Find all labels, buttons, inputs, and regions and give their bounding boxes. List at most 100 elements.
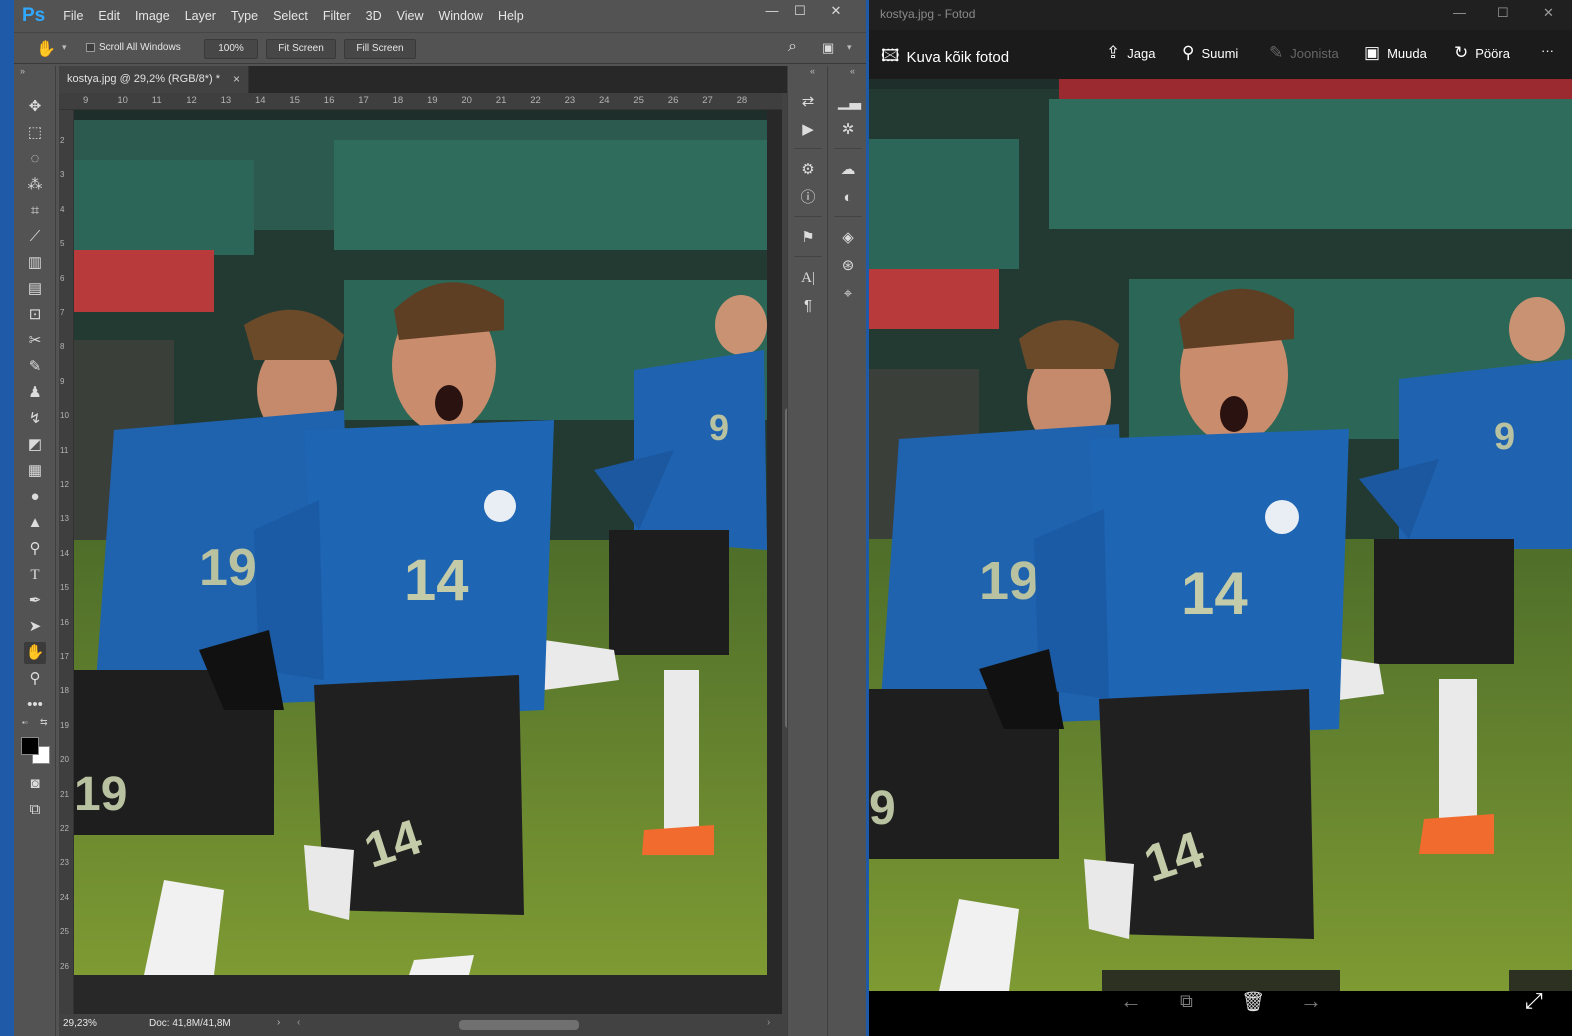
ruler-left-tick: 9 [60, 376, 65, 386]
status-menu-arrow-icon[interactable]: › [277, 1017, 280, 1028]
history-panel-icon[interactable]: ⇄ [798, 92, 818, 112]
hand-icon[interactable]: ✋ [24, 642, 46, 664]
paths-panel-icon[interactable]: ⌖ [838, 284, 858, 304]
move-icon[interactable]: ✥ [24, 96, 46, 118]
scroll-all-windows-checkbox[interactable]: Scroll All Windows [86, 42, 181, 53]
scroll-left-icon[interactable]: ‹ [297, 1017, 300, 1028]
screen-mode-icon[interactable]: ⧉ [24, 799, 46, 821]
menu-window[interactable]: Window [438, 9, 482, 23]
magic-wand-icon[interactable]: ⁂ [24, 174, 46, 196]
photos-titlebar: kostya.jpg - Fotod — ☐ ✕ [869, 0, 1572, 30]
menu-help[interactable]: Help [498, 9, 524, 23]
dodge-icon[interactable]: ⚲ [24, 538, 46, 560]
path-select-icon[interactable]: ➤ [24, 616, 46, 638]
gradient-icon[interactable]: ▦ [24, 460, 46, 482]
menu-filter[interactable]: Filter [323, 9, 351, 23]
menu-3d[interactable]: 3D [366, 9, 382, 23]
more-icon[interactable]: ••• [24, 694, 46, 716]
blur-icon[interactable]: ● [24, 486, 46, 508]
marquee-icon[interactable]: ⬚ [24, 122, 46, 144]
hand-tool-icon[interactable]: ✋ [36, 39, 56, 59]
layers-panel-icon[interactable]: ◈ [838, 228, 858, 248]
ps-canvas-image[interactable]: 9 19 19 14 14 [74, 110, 767, 975]
collapse-dock-icon[interactable]: « [810, 66, 815, 76]
edit-button[interactable]: ▣ Muuda [1364, 43, 1427, 63]
fill-screen-button[interactable]: Fill Screen [344, 39, 416, 59]
adjustments-panel-icon[interactable]: ◐ [838, 188, 858, 208]
photos-image-view[interactable]: 9 19 9 14 14 [869, 79, 1572, 991]
menu-select[interactable]: Select [273, 9, 308, 23]
clone-source-panel-icon[interactable]: ⚑ [798, 228, 818, 248]
draw-button[interactable]: ✎ Joonista [1269, 43, 1339, 63]
libraries-panel-icon[interactable]: ☁ [838, 160, 858, 180]
actions-panel-icon[interactable]: ▶ [798, 120, 818, 140]
foreground-color-swatch[interactable] [21, 737, 39, 755]
checkbox-box[interactable] [86, 43, 95, 52]
menu-view[interactable]: View [397, 9, 424, 23]
menu-layer[interactable]: Layer [185, 9, 216, 23]
sharpen-icon[interactable]: ▲ [24, 512, 46, 534]
ps-close-button[interactable]: ✕ [822, 3, 850, 19]
svg-text:9: 9 [709, 407, 729, 448]
menu-image[interactable]: Image [135, 9, 170, 23]
lasso-icon[interactable]: ◌ [24, 148, 46, 170]
workspace-icon[interactable]: ▣ [822, 40, 834, 56]
document-tab[interactable]: kostya.jpg @ 29,2% (RGB/8*) * × [59, 66, 249, 93]
photos-close-button[interactable]: ✕ [1543, 5, 1554, 21]
quick-mask-icon[interactable]: ◙ [24, 773, 46, 795]
navigator-panel-icon[interactable]: ✲ [838, 120, 858, 140]
scissors-icon[interactable]: ✂ [24, 330, 46, 352]
brush-icon[interactable]: ✎ [24, 356, 46, 378]
character-panel-icon[interactable]: A| [798, 268, 818, 288]
fullscreen-icon[interactable]: ⤢ [1525, 988, 1543, 1014]
ps-minimize-button[interactable]: — [758, 3, 786, 18]
frame-icon[interactable]: ⊡ [24, 304, 46, 326]
doc-size-info[interactable]: Doc: 41,8M/41,8M [149, 1018, 231, 1029]
eraser-icon[interactable]: ◩ [24, 434, 46, 456]
ps-maximize-button[interactable]: ☐ [786, 3, 814, 19]
menu-file[interactable]: File [63, 9, 83, 23]
stamp-icon[interactable]: ♟ [24, 382, 46, 404]
more-options-button[interactable]: ··· [1541, 43, 1554, 58]
search-icon[interactable]: ⌕ [788, 38, 797, 56]
photos-maximize-button[interactable]: ☐ [1497, 5, 1509, 21]
photos-minimize-button[interactable]: — [1453, 5, 1466, 20]
swap-colors-icon[interactable]: ⇆ [40, 717, 48, 728]
info-panel-icon[interactable]: ⓘ [798, 188, 818, 208]
next-photo-icon[interactable]: → [1300, 988, 1322, 1014]
scroll-right-icon[interactable]: › [767, 1017, 770, 1028]
history-brush-icon[interactable]: ↯ [24, 408, 46, 430]
delete-icon[interactable]: 🗑 [1241, 990, 1265, 1014]
type-icon[interactable]: T [24, 564, 46, 586]
rotate-button[interactable]: ↻ Pööra [1454, 43, 1510, 63]
close-tab-icon[interactable]: × [233, 66, 240, 93]
workspace-chevron-icon[interactable]: ▾ [847, 42, 852, 53]
channels-panel-icon[interactable]: ⊛ [838, 256, 858, 276]
healing-icon[interactable]: ▥ [24, 252, 46, 274]
zoom-icon[interactable]: ⚲ [24, 668, 46, 690]
view-all-photos-button[interactable]: 🖾 Kuva kõik fotod [881, 43, 1009, 72]
tool-preset-chevron-icon[interactable]: ▾ [62, 42, 67, 53]
zoom-100-button[interactable]: 100% [204, 39, 258, 59]
share-button[interactable]: ⇪ Jaga [1106, 43, 1155, 63]
horizontal-scrollbar[interactable] [319, 1020, 759, 1030]
pen-icon[interactable]: ✒ [24, 590, 46, 612]
horizontal-scroll-thumb[interactable] [459, 1020, 579, 1030]
previous-photo-icon[interactable]: ← [1120, 988, 1142, 1014]
menu-edit[interactable]: Edit [98, 9, 120, 23]
eyedropper-icon[interactable]: ⟋ [24, 226, 46, 248]
zoom-button[interactable]: ⚲ Suumi [1182, 43, 1238, 63]
histogram-panel-icon[interactable]: ▁▃ [838, 92, 861, 112]
slideshow-icon[interactable]: ⧉ [1180, 991, 1193, 1012]
menu-type[interactable]: Type [231, 9, 258, 23]
fit-screen-button[interactable]: Fit Screen [266, 39, 336, 59]
paragraph-panel-icon[interactable]: ¶ [798, 296, 818, 316]
patch-icon[interactable]: ▤ [24, 278, 46, 300]
default-colors-icon[interactable]: ▪▫ [22, 718, 28, 727]
collapse-toolbar-icon[interactable]: » [20, 66, 25, 76]
panel-separator [794, 256, 822, 257]
zoom-level-field[interactable]: 29,23% [63, 1018, 97, 1029]
collapse-dock-icon[interactable]: « [850, 66, 855, 76]
properties-panel-icon[interactable]: ⚙ [798, 160, 818, 180]
crop-icon[interactable]: ⌗ [24, 200, 46, 222]
